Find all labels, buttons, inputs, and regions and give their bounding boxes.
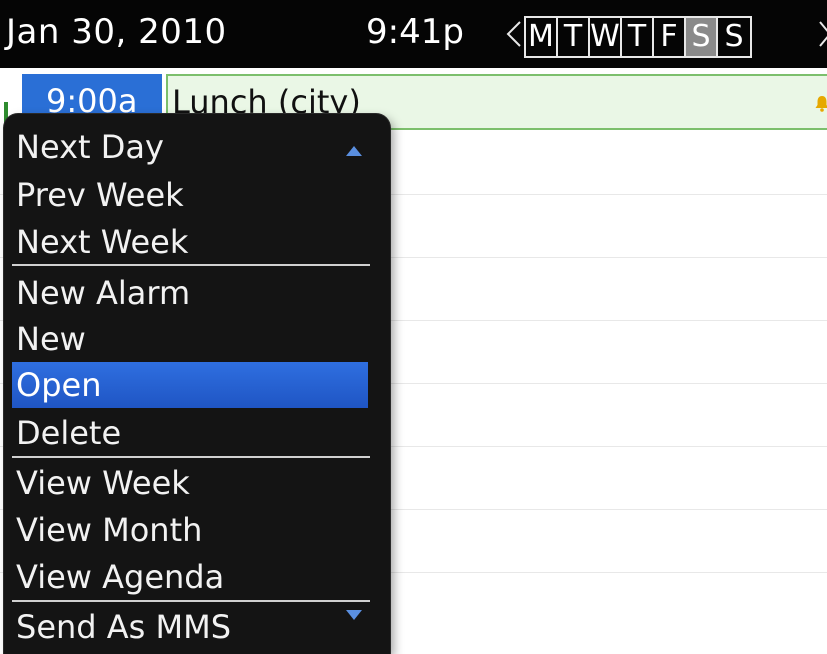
scroll-up-arrow-icon [344,144,364,158]
menu-item-send-as-mms[interactable]: Send As MMS [12,604,368,650]
menu-item-open[interactable]: Open [12,362,368,408]
menu-item-delete[interactable]: Delete [12,410,368,456]
menu-item-view-week[interactable]: View Week [12,460,368,506]
menu-item-next-week[interactable]: Next Week [12,219,368,265]
menu-item-prev-week[interactable]: Prev Week [12,172,368,218]
menu-item-new-alarm[interactable]: New Alarm [12,270,368,316]
weekday-tuesday[interactable]: T [558,18,590,56]
weekday-monday[interactable]: M [526,18,558,56]
menu-separator [12,456,370,458]
menu-item-next-day[interactable]: Next Day [12,124,368,170]
weekday-selector: M T W T F S S [524,16,752,58]
weekday-friday[interactable]: F [654,18,686,56]
weekday-wednesday[interactable]: W [590,18,622,56]
weekday-sunday[interactable]: S [718,18,750,56]
weekday-thursday[interactable]: T [622,18,654,56]
alarm-bell-icon [814,94,827,112]
current-time: 9:41p [366,12,464,52]
menu-separator [12,264,370,266]
menu-item-view-month[interactable]: View Month [12,507,368,553]
context-menu: Next Day Prev Week Next Week New Alarm N… [4,114,390,654]
weekday-saturday[interactable]: S [686,18,718,56]
menu-separator [12,600,370,602]
menu-item-new[interactable]: New [12,316,368,362]
chevron-right-icon[interactable] [818,20,827,48]
scroll-down-arrow-icon [344,608,364,622]
chevron-left-icon[interactable] [505,20,523,48]
calendar-header: Jan 30, 2010 9:41p M T W T F S S [0,0,827,68]
current-date: Jan 30, 2010 [6,12,227,52]
menu-item-view-agenda[interactable]: View Agenda [12,554,368,600]
